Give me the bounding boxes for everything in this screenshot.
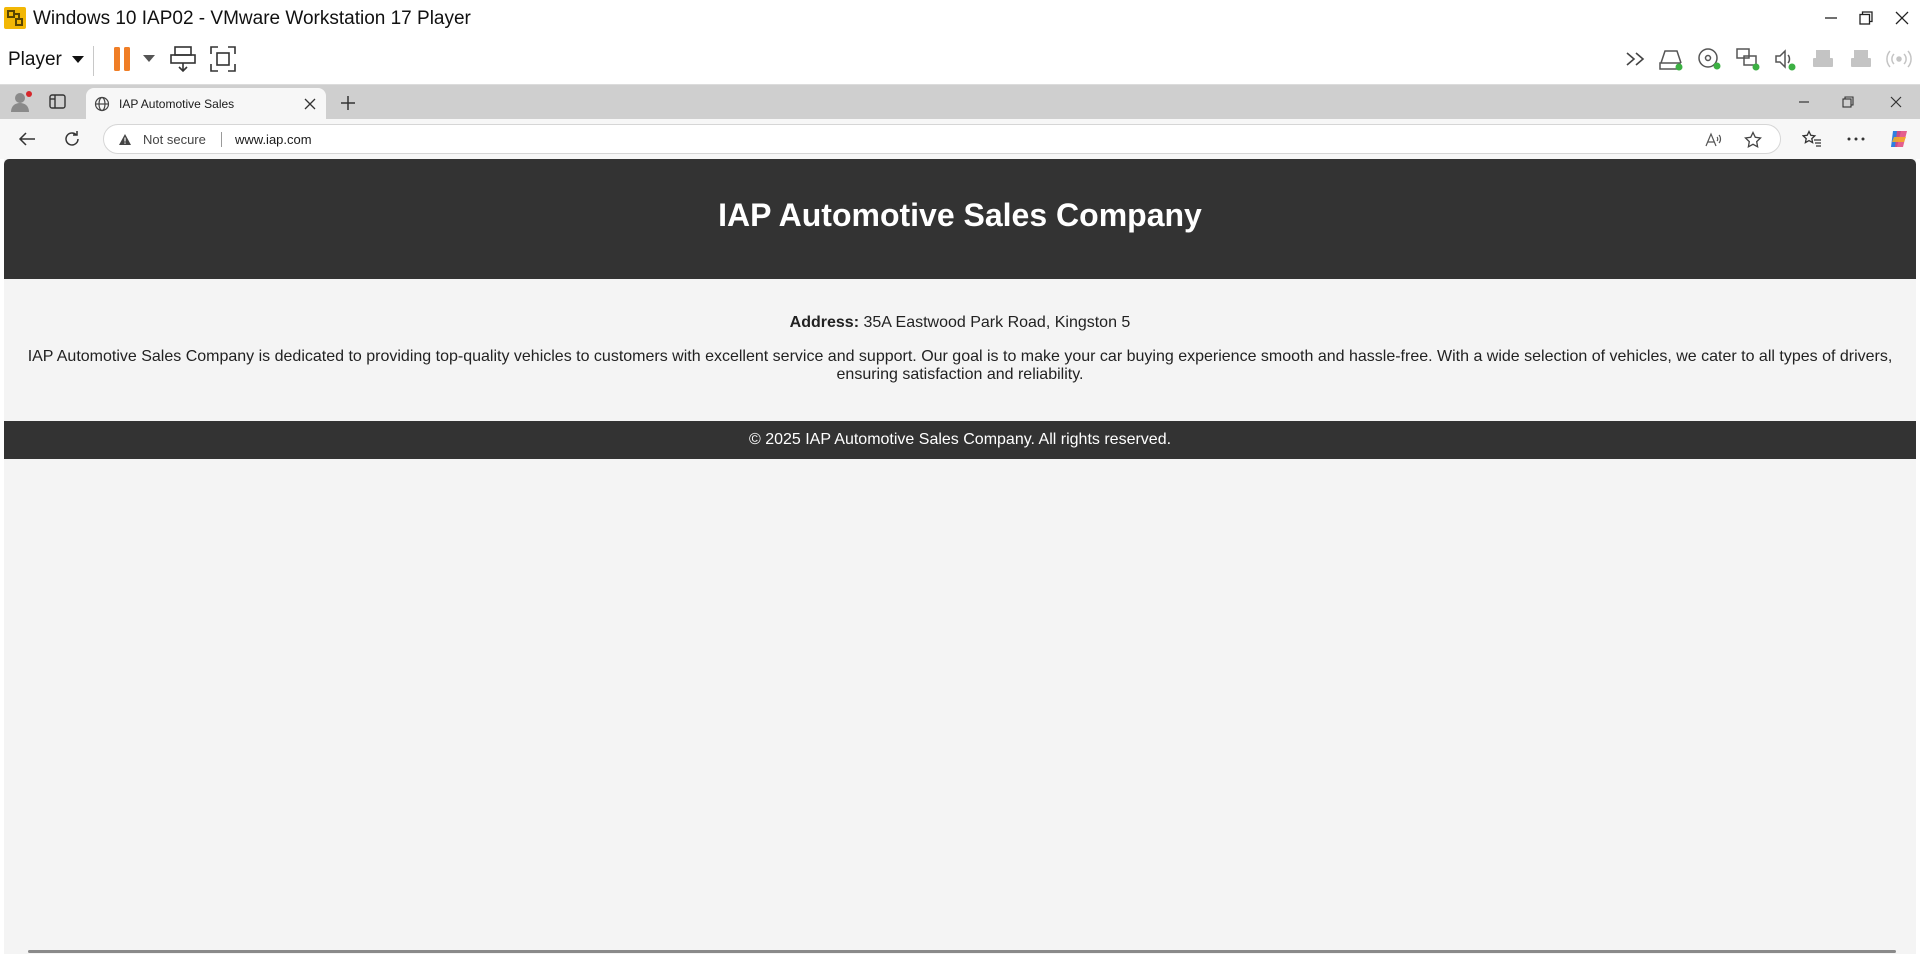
player-menu-button[interactable]: Player [8, 46, 84, 74]
wireless-icon[interactable] [1884, 46, 1914, 72]
horizontal-scrollbar[interactable] [28, 950, 1896, 953]
company-address: Address: 35A Eastwood Park Road, Kingsto… [4, 314, 1916, 332]
favorites-icon[interactable] [1802, 129, 1822, 149]
sound-card-icon[interactable] [1773, 46, 1799, 72]
usb-device-icon[interactable] [1848, 46, 1874, 72]
vmware-logo-icon [3, 6, 27, 30]
tab-title: IAP Automotive Sales [119, 97, 235, 111]
new-tab-icon[interactable] [338, 93, 358, 113]
tab-iap-automotive-sales[interactable]: IAP Automotive Sales [86, 88, 326, 119]
globe-icon [94, 96, 110, 112]
browser-tab-strip: IAP Automotive Sales [0, 85, 1920, 119]
minimize-icon[interactable] [1820, 7, 1842, 29]
address-bar[interactable]: Not secure www.iap.com [103, 124, 1781, 154]
address-divider [221, 132, 222, 147]
browser-nav-bar: Not secure www.iap.com [0, 119, 1920, 159]
network-adapter-icon[interactable] [1735, 46, 1761, 72]
page-viewport: IAP Automotive Sales Company Address: 35… [4, 159, 1916, 954]
back-arrow-icon[interactable] [17, 129, 37, 149]
send-ctrl-alt-del-icon[interactable] [168, 44, 198, 74]
pause-icon[interactable] [111, 45, 133, 73]
address-label: Address: [789, 314, 860, 331]
player-menu-label: Player [8, 49, 62, 70]
footer-copyright: © 2025 IAP Automotive Sales Company. All… [748, 431, 1172, 448]
address-value: 35A Eastwood Park Road, Kingston 5 [863, 314, 1131, 331]
toolbar-divider [93, 46, 94, 76]
tab-actions-icon[interactable] [48, 93, 70, 113]
vmware-title-bar: Windows 10 IAP02 - VMware Workstation 17… [0, 0, 1920, 36]
fullscreen-icon[interactable] [208, 44, 238, 74]
site-header: IAP Automotive Sales Company [4, 159, 1916, 279]
usb-printer-icon[interactable] [1810, 46, 1836, 72]
tab-close-icon[interactable] [302, 96, 318, 112]
warning-icon[interactable] [118, 133, 132, 146]
copilot-icon[interactable] [1887, 127, 1911, 151]
hard-disk-icon[interactable] [1658, 46, 1684, 72]
page-title: IAP Automotive Sales Company [718, 197, 1202, 233]
browser-restore-icon[interactable] [1838, 94, 1858, 110]
window-title: Windows 10 IAP02 - VMware Workstation 17… [33, 8, 471, 29]
cd-dvd-icon[interactable] [1697, 46, 1723, 72]
power-options-dropdown-icon[interactable] [141, 53, 157, 65]
site-footer: © 2025 IAP Automotive Sales Company. All… [4, 421, 1916, 459]
browser-close-icon[interactable] [1886, 94, 1906, 110]
profile-avatar-icon[interactable] [8, 90, 34, 114]
browser-minimize-icon[interactable] [1794, 94, 1814, 110]
more-options-icon[interactable] [1846, 129, 1866, 149]
restore-icon[interactable] [1855, 7, 1877, 29]
read-aloud-icon[interactable] [1704, 131, 1722, 149]
security-status[interactable]: Not secure [143, 132, 206, 147]
more-devices-icon[interactable] [1625, 48, 1649, 70]
refresh-icon[interactable] [62, 129, 82, 149]
chevron-down-icon [71, 56, 84, 64]
favorite-star-icon[interactable] [1744, 131, 1762, 149]
vmware-toolbar: Player [0, 36, 1920, 85]
url-text[interactable]: www.iap.com [235, 132, 312, 147]
close-icon[interactable] [1891, 7, 1913, 29]
company-description: IAP Automotive Sales Company is dedicate… [27, 348, 1893, 383]
